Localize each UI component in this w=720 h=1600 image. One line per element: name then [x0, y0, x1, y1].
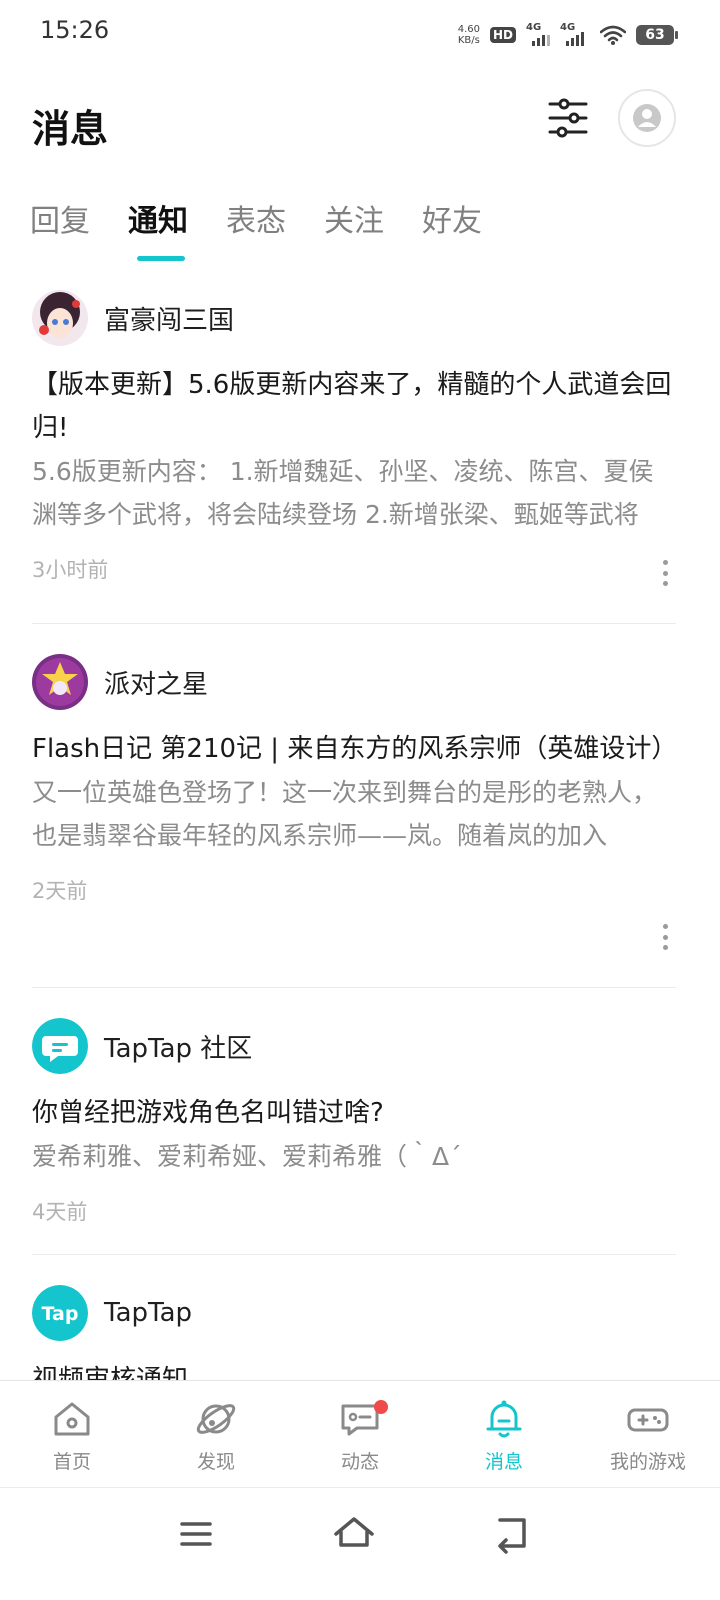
nav-discover[interactable]: 发现	[144, 1381, 288, 1486]
nav-label: 首页	[52, 1451, 91, 1473]
notification-excerpt: 5.6版更新内容： 1.新增魏延、孙坚、凌统、陈宫、夏侯渊等多个武将，将会陆续登…	[32, 457, 654, 529]
signal-sim2-icon: 4G	[560, 22, 590, 46]
hd-voice-icon: HD	[489, 27, 516, 43]
nav-my-games[interactable]: 我的游戏	[576, 1381, 720, 1486]
bottom-navigation: 首页 发现 动态 消息 我的游戏	[0, 1380, 720, 1486]
planet-icon	[196, 1404, 236, 1434]
bell-icon	[486, 1400, 522, 1438]
nav-feed[interactable]: 动态	[288, 1381, 432, 1486]
network-speed: 4.60 KB/s	[457, 24, 480, 46]
signal-sim1-icon: 4G	[526, 22, 550, 46]
message-tabs: 回复 通知 表态 关注 好友	[30, 196, 520, 266]
home-system-button[interactable]	[330, 1510, 378, 1558]
sender-name[interactable]: 派对之星	[104, 664, 208, 701]
notification-item[interactable]: 派对之星 Flash日记 第210记 | 来自东方的风系宗师（英雄设计） 又一位…	[32, 624, 678, 988]
nav-messages[interactable]: 消息	[432, 1381, 576, 1486]
unread-badge	[374, 1400, 388, 1414]
more-options-button[interactable]	[660, 560, 670, 586]
home-icon	[54, 1402, 90, 1436]
filter-settings-button[interactable]	[546, 96, 590, 140]
back-button[interactable]	[488, 1510, 536, 1558]
menu-icon	[180, 1522, 212, 1546]
sender-name[interactable]: TapTap	[104, 1298, 192, 1328]
sender-name[interactable]: 富豪闯三国	[104, 300, 234, 337]
taptap-avatar[interactable]: Tap	[32, 1285, 88, 1341]
notification-time: 2天前	[32, 879, 88, 903]
battery-icon: 63	[636, 25, 678, 45]
status-time: 15:26	[40, 16, 110, 44]
game-avatar[interactable]	[32, 290, 88, 346]
tab-follows[interactable]: 关注	[324, 196, 384, 266]
status-bar: 15:26 4.60 KB/s HD 4G 4G 63	[0, 0, 720, 66]
notification-list: 富豪闯三国 【版本更新】5.6版更新内容来了，精髓的个人武道会回归! 5.6版更…	[32, 290, 678, 1415]
notification-title: Flash日记 第210记 | 来自东方的风系宗师（英雄设计）	[32, 734, 678, 764]
sender-name[interactable]: TapTap 社区	[104, 1028, 252, 1065]
back-icon	[498, 1518, 526, 1554]
system-navigation-bar	[0, 1487, 720, 1600]
notification-title: 【版本更新】5.6版更新内容来了，精髓的个人武道会回归!	[32, 370, 672, 443]
nav-label: 动态	[340, 1451, 379, 1473]
home-outline-icon	[334, 1517, 374, 1547]
notification-item[interactable]: TapTap 社区 你曾经把游戏角色名叫错过啥? 爱希莉雅、爱莉希娅、爱莉希雅（…	[32, 988, 676, 1255]
sliders-icon	[548, 98, 588, 138]
nav-label: 发现	[196, 1451, 235, 1473]
recent-apps-button[interactable]	[172, 1510, 220, 1558]
nav-label: 消息	[484, 1451, 523, 1473]
wifi-icon	[600, 25, 626, 45]
game-avatar[interactable]	[32, 654, 88, 710]
page-title: 消息	[32, 107, 109, 151]
notification-item[interactable]: 富豪闯三国 【版本更新】5.6版更新内容来了，精髓的个人武道会回归! 5.6版更…	[32, 290, 676, 624]
tab-reactions[interactable]: 表态	[226, 196, 286, 266]
taptap-community-avatar[interactable]	[32, 1018, 88, 1074]
notification-excerpt: 又一位英雄色登场了！这一次来到舞台的是彤的老熟人，也是翡翠谷最年轻的风系宗师——…	[32, 778, 658, 850]
more-options-button[interactable]	[660, 924, 670, 950]
user-avatar-button[interactable]	[618, 89, 676, 147]
svg-text:Tap: Tap	[42, 1303, 79, 1325]
tab-reply[interactable]: 回复	[30, 196, 90, 266]
user-icon	[633, 104, 661, 132]
active-tab-indicator	[137, 256, 185, 261]
notification-time: 4天前	[32, 1200, 88, 1224]
gamepad-icon	[627, 1408, 669, 1432]
nav-home[interactable]: 首页	[0, 1381, 144, 1486]
notification-title: 你曾经把游戏角色名叫错过啥?	[32, 1098, 384, 1128]
nav-label: 我的游戏	[609, 1451, 686, 1473]
notification-time: 3小时前	[32, 558, 109, 582]
notification-excerpt: 爱希莉雅、爱莉希娅、爱莉希雅（｀Δ´	[32, 1142, 462, 1171]
tab-friends[interactable]: 好友	[422, 196, 482, 266]
status-icons: 4.60 KB/s HD 4G 4G 63	[457, 20, 678, 50]
